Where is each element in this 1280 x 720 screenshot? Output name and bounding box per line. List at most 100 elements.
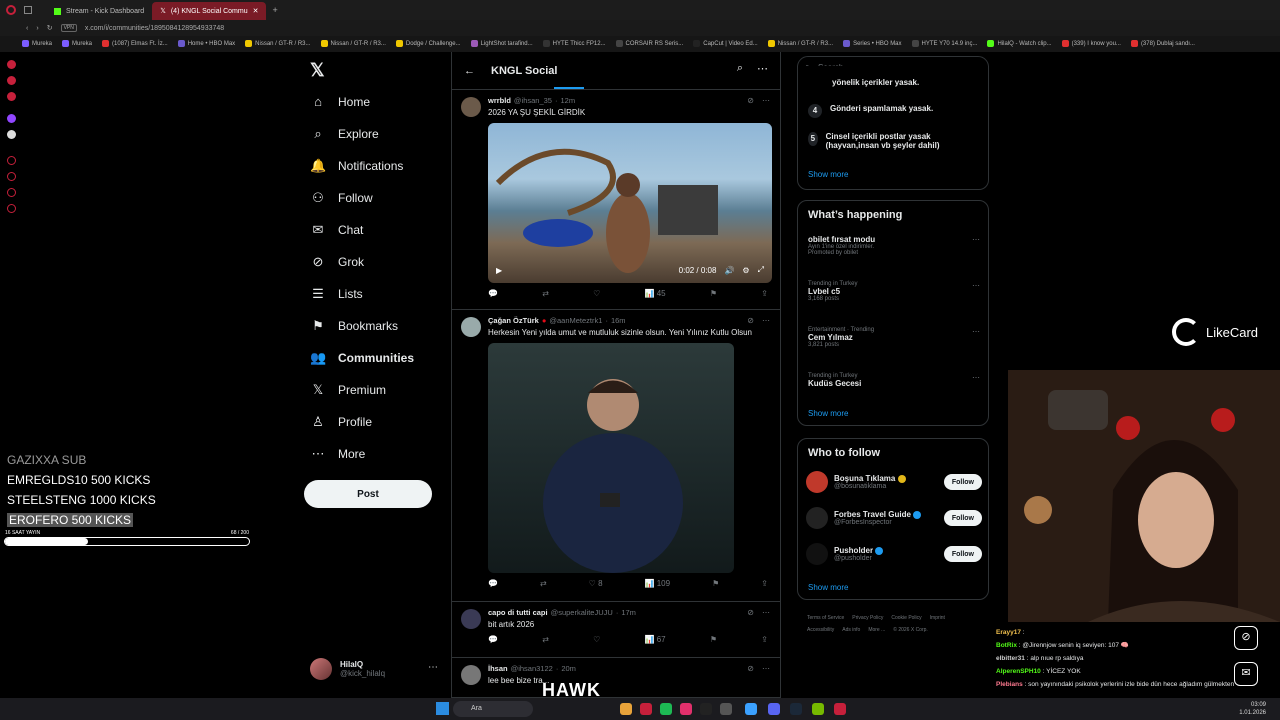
tweet-image[interactable] bbox=[488, 343, 734, 573]
bookmark-icon[interactable]: ⚑ bbox=[710, 635, 717, 644]
bookmark-item[interactable]: CORSAIR RS Seris... bbox=[615, 40, 683, 48]
more-icon[interactable]: ⋯ bbox=[757, 62, 768, 75]
tweet-handle[interactable]: @ihsan3122 bbox=[511, 664, 553, 673]
sidebar-app-icon[interactable] bbox=[7, 172, 16, 181]
footer-link[interactable]: Privacy Policy bbox=[852, 612, 883, 624]
search-icon[interactable]: ⌕ bbox=[737, 62, 743, 75]
nav-item-grok[interactable]: ⊘ Grok bbox=[310, 254, 364, 270]
bookmark-item[interactable]: (378) Dublaj sandı... bbox=[1130, 40, 1195, 48]
share-icon[interactable]: ⇪ bbox=[761, 579, 768, 588]
bookmark-item[interactable]: HilalQ - Watch clip... bbox=[987, 40, 1052, 48]
spotify-icon[interactable] bbox=[660, 703, 672, 715]
sidebar-app-icon[interactable] bbox=[7, 60, 16, 69]
retweet-icon[interactable]: ⇄ bbox=[542, 635, 549, 644]
chat-username[interactable]: elbitter31 bbox=[996, 655, 1025, 662]
instagram-icon[interactable] bbox=[680, 703, 692, 715]
nav-item-bookmarks[interactable]: ⚑ Bookmarks bbox=[310, 318, 398, 334]
nav-item-explore[interactable]: ⌕ Explore bbox=[310, 126, 378, 142]
reply-icon[interactable]: 💬 bbox=[488, 579, 498, 588]
chat-username[interactable]: BotRix bbox=[996, 642, 1017, 649]
tab-icon-sidebar[interactable] bbox=[24, 6, 32, 14]
new-tab-button[interactable]: + bbox=[272, 5, 277, 15]
nav-item-home[interactable]: ⌂ Home bbox=[310, 94, 370, 109]
opera-logo-icon[interactable] bbox=[6, 5, 16, 15]
nav-item-lists[interactable]: ☰ Lists bbox=[310, 286, 363, 302]
avatar[interactable] bbox=[461, 609, 481, 629]
opera-icon[interactable] bbox=[640, 703, 652, 715]
trend-item[interactable]: Trending in Turkey Lvbel c5 3,168 posts … bbox=[808, 281, 980, 302]
tweet-handle[interactable]: @ihsan_35 bbox=[514, 96, 552, 105]
views-count[interactable]: 📊 67 bbox=[645, 635, 666, 644]
views-count[interactable]: 📊 45 bbox=[645, 289, 666, 298]
tweet-time[interactable]: 16m bbox=[611, 316, 626, 325]
x-icon[interactable] bbox=[7, 130, 16, 139]
follow-button[interactable]: Follow bbox=[943, 546, 982, 562]
avatar[interactable] bbox=[461, 317, 481, 337]
footer-link[interactable]: Accessibility bbox=[807, 624, 834, 636]
bookmark-item[interactable]: Mureka bbox=[62, 40, 92, 48]
bookmark-item[interactable]: HYTE Y70 14.9 inç... bbox=[911, 40, 977, 48]
grok-icon[interactable]: ⊘ bbox=[747, 608, 754, 617]
bookmark-item[interactable]: Nissan / GT-R / R3... bbox=[245, 40, 311, 48]
file-explorer-icon[interactable] bbox=[620, 703, 632, 715]
footer-link[interactable]: Imprint bbox=[930, 612, 945, 624]
tweet[interactable]: İhsan @ihsan3122 · 20m ⊘ ⋯ lee bee bize tra.… bbox=[452, 658, 780, 698]
bookmark-item[interactable]: Home • HBO Max bbox=[177, 40, 235, 48]
nav-item-follow[interactable]: ⚇ Follow bbox=[310, 190, 373, 206]
follow-suggestion[interactable]: Boşuna Tıklama @bosunatiklama Follow bbox=[806, 471, 982, 493]
bookmark-item[interactable]: LightShot tarafind... bbox=[470, 40, 533, 48]
bookmark-item[interactable]: (1087) Elmas Ft. İz... bbox=[102, 40, 168, 48]
more-icon[interactable]: ⋯ bbox=[972, 373, 980, 382]
more-icon[interactable]: ⋯ bbox=[762, 664, 770, 673]
tweet-author[interactable]: Çağan ÖzTürk bbox=[488, 316, 539, 325]
bookmark-item[interactable]: Dodge / Challenge... bbox=[395, 40, 461, 48]
bookmark-icon[interactable]: ⚑ bbox=[712, 579, 719, 588]
avatar[interactable] bbox=[806, 471, 828, 493]
chat-username[interactable]: AlperenSPH10 bbox=[996, 668, 1041, 675]
reply-icon[interactable]: 💬 bbox=[488, 289, 498, 298]
tweet-handle[interactable]: @aanMeteztrk1 bbox=[549, 316, 602, 325]
tweet-handle[interactable]: @superkaliteJUJU bbox=[551, 608, 613, 617]
grok-icon[interactable]: ⊘ bbox=[747, 664, 754, 673]
more-icon[interactable]: ⋯ bbox=[972, 235, 980, 244]
close-icon[interactable]: ✕ bbox=[253, 7, 259, 15]
avatar[interactable] bbox=[461, 97, 481, 117]
retweet-icon[interactable]: ⇄ bbox=[540, 579, 547, 588]
like-icon[interactable]: ♡ bbox=[593, 289, 600, 298]
volume-icon[interactable]: 🔊 bbox=[724, 266, 734, 275]
bookmark-item[interactable]: Nissan / GT-R / R3... bbox=[767, 40, 833, 48]
more-icon[interactable]: ⋯ bbox=[972, 327, 980, 336]
tab-kick-dashboard[interactable]: Stream - Kick Dashboard bbox=[46, 2, 152, 20]
tweet-video[interactable]: ▶ 0:02 / 0:08 🔊 ⚙ ⤢ bbox=[488, 123, 772, 283]
footer-link[interactable]: Terms of Service bbox=[807, 612, 844, 624]
app-icon[interactable] bbox=[745, 703, 757, 715]
tweet-author[interactable]: wrrbld bbox=[488, 96, 511, 105]
avatar[interactable] bbox=[806, 543, 828, 565]
show-more-link[interactable]: Show more bbox=[808, 409, 848, 418]
bookmark-item[interactable]: HYTE Thicc FP12... bbox=[542, 40, 606, 48]
follow-suggestion[interactable]: Forbes Travel Guide @ForbesInspector Foll… bbox=[806, 507, 982, 529]
more-icon[interactable]: ⋯ bbox=[972, 281, 980, 290]
tiktok-icon[interactable] bbox=[700, 703, 712, 715]
more-icon[interactable]: ⋯ bbox=[428, 662, 438, 673]
tab-kngl-social[interactable]: 𝕏 (4) KNGL Social Commu ✕ bbox=[152, 2, 267, 20]
vpn-badge[interactable]: VPN bbox=[60, 24, 77, 32]
nav-item-more[interactable]: ⋯ More bbox=[310, 446, 366, 462]
bookmark-item[interactable]: Nissan / GT-R / R3... bbox=[320, 40, 386, 48]
avatar[interactable] bbox=[806, 507, 828, 529]
show-more-link[interactable]: Show more bbox=[808, 170, 848, 179]
grok-icon[interactable]: ⊘ bbox=[747, 96, 754, 105]
nav-item-notifications[interactable]: 🔔 Notifications bbox=[310, 158, 403, 174]
taskbar-clock[interactable]: 03:09 1.01.2026 bbox=[1239, 701, 1266, 717]
fullscreen-icon[interactable]: ⤢ bbox=[758, 265, 764, 275]
follow-button[interactable]: Follow bbox=[943, 474, 982, 490]
tweet[interactable]: wrrbld @ihsan_35 · 12m ⊘ ⋯ 2026 YA ŞU ŞEKİL … bbox=[452, 90, 780, 310]
account-switcher[interactable]: HilalQ @kick_hilalq ⋯ bbox=[310, 658, 438, 680]
bookmark-item[interactable]: Series • HBO Max bbox=[843, 40, 902, 48]
nav-item-profile[interactable]: ♙ Profile bbox=[310, 414, 372, 430]
nav-item-premium[interactable]: 𝕏 Premium bbox=[310, 382, 386, 398]
tweet[interactable]: capo di tutti capi @superkaliteJUJU · 17m ⊘… bbox=[452, 602, 780, 658]
follow-suggestion[interactable]: Pusholder @pusholder Follow bbox=[806, 543, 982, 565]
steam-icon[interactable] bbox=[790, 703, 802, 715]
back-icon[interactable]: ‹ bbox=[26, 25, 28, 32]
